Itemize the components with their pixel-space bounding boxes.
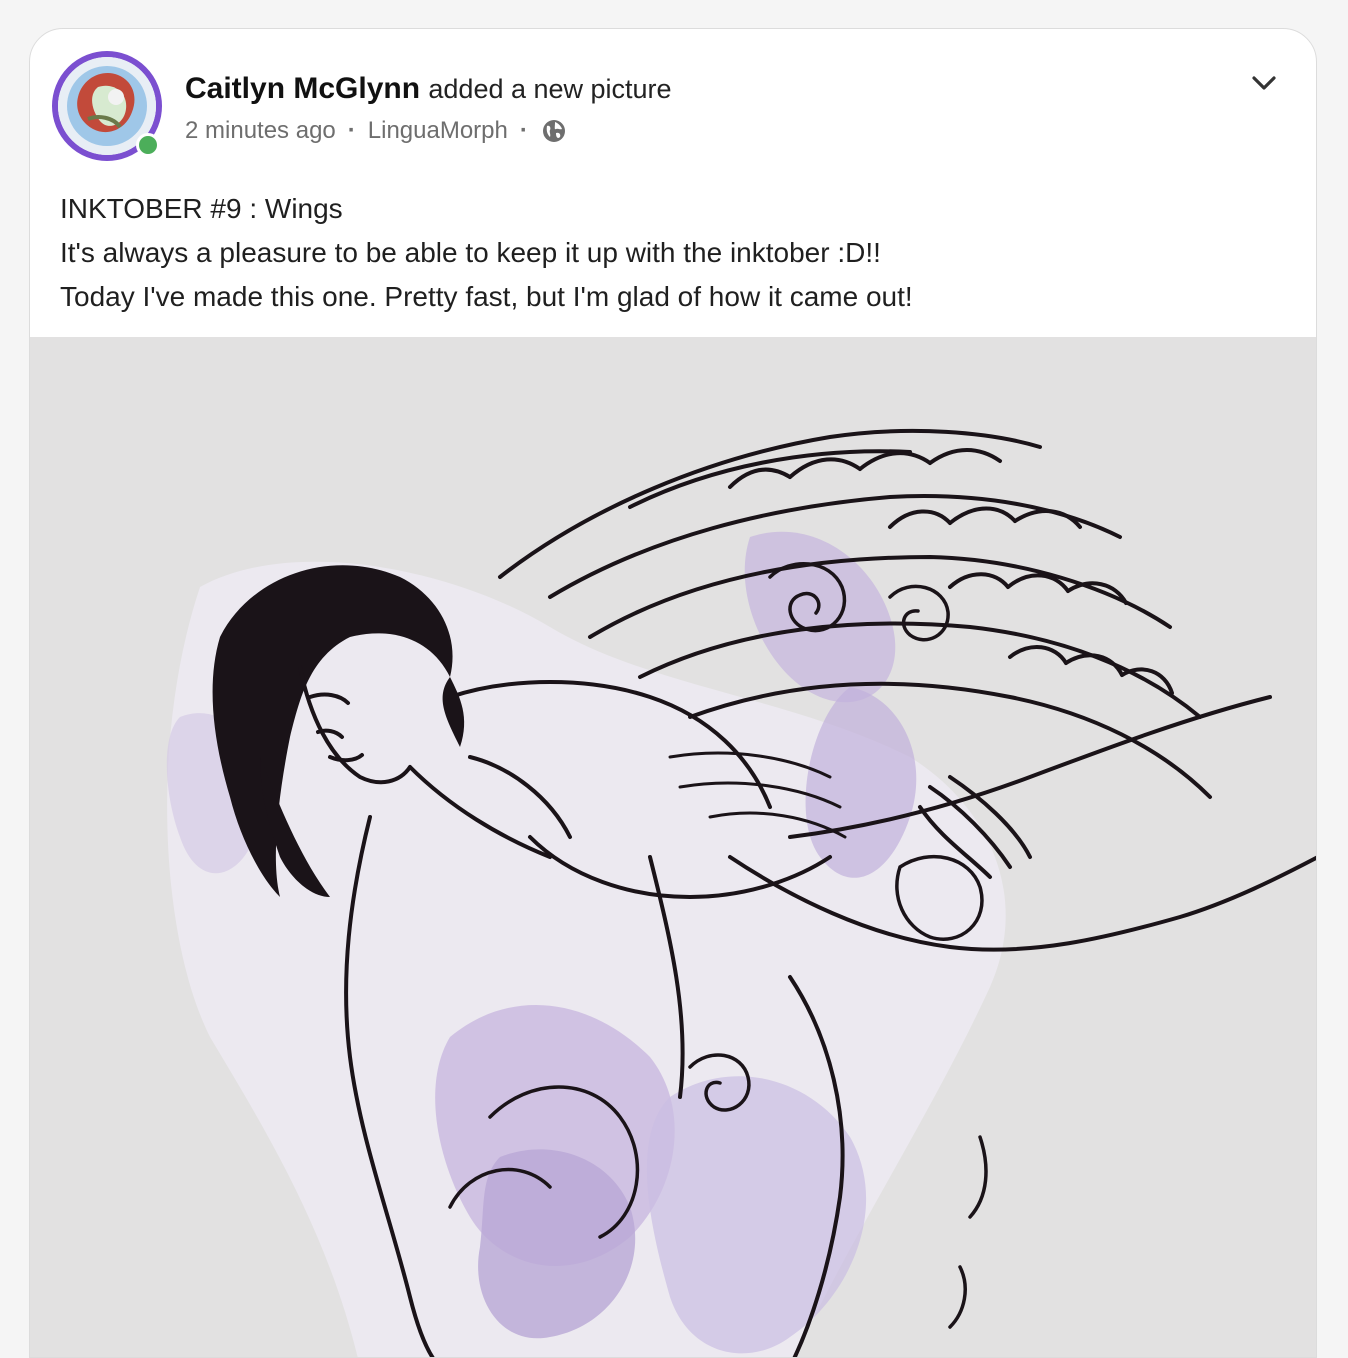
meta-separator: ·: [519, 117, 528, 144]
post-text-line: It's always a pleasure to be able to kee…: [60, 237, 881, 268]
post-image[interactable]: [30, 337, 1316, 1357]
post-title-line: Caitlyn McGlynn added a new picture: [185, 69, 1226, 109]
post-body: INKTOBER #9 : Wings It's always a pleasu…: [60, 187, 1286, 319]
post-text-line: INKTOBER #9 : Wings: [60, 193, 343, 224]
online-status-dot: [136, 133, 160, 157]
meta-separator: ·: [347, 117, 356, 144]
post-header: Caitlyn McGlynn added a new picture 2 mi…: [185, 69, 1226, 147]
globe-icon: [542, 119, 566, 143]
post-card: Caitlyn McGlynn added a new picture 2 mi…: [29, 28, 1317, 1358]
author-avatar[interactable]: [52, 51, 162, 161]
group-link[interactable]: LinguaMorph: [368, 115, 508, 147]
author-name[interactable]: Caitlyn McGlynn: [185, 72, 420, 105]
post-meta: 2 minutes ago · LinguaMorph ·: [185, 115, 1226, 147]
post-action-text: added a new picture: [428, 74, 672, 104]
post-timestamp[interactable]: 2 minutes ago: [185, 115, 336, 147]
chevron-down-icon[interactable]: [1248, 67, 1280, 99]
post-text-line: Today I've made this one. Pretty fast, b…: [60, 281, 913, 312]
angel-ink-drawing: [30, 337, 1316, 1357]
